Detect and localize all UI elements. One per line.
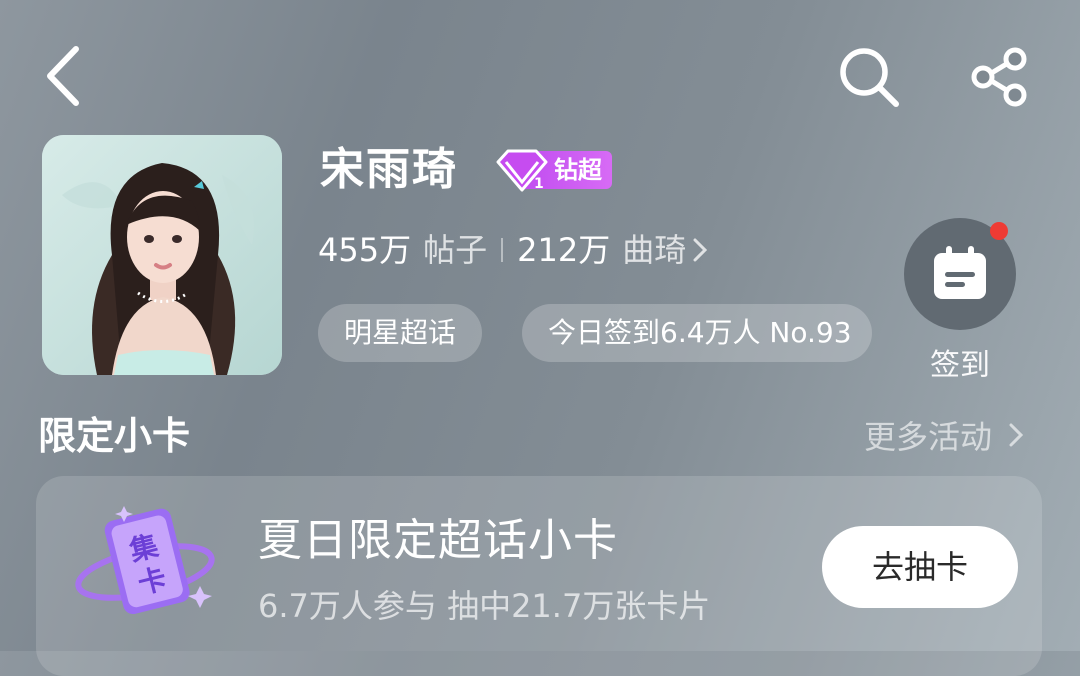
share-icon (971, 47, 1027, 107)
card-subtitle: 6.7万人参与 抽中21.7万张卡片 (258, 587, 711, 625)
back-button[interactable] (30, 40, 94, 112)
card-collection-icon: 集 卡 (70, 500, 220, 630)
draw-card-button[interactable]: 去抽卡 (822, 526, 1018, 608)
section-title: 限定小卡 (38, 414, 191, 458)
search-button[interactable] (836, 44, 902, 110)
stats-divider (501, 238, 504, 262)
checkin-label[interactable]: 签到 (904, 340, 1016, 384)
rank-badge[interactable]: 1 钻超 (494, 149, 612, 192)
notification-dot (990, 222, 1008, 240)
topic-title: 宋雨琦 (320, 144, 458, 195)
posts-count: 455万 (318, 231, 412, 269)
diamond-icon: 1 (496, 149, 548, 192)
tag-checkin-stats[interactable]: 今日签到6.4万人 No.93 (522, 304, 872, 362)
more-activities-link[interactable]: 更多活动 (864, 414, 1026, 460)
calendar-icon (934, 246, 986, 299)
posts-label: 帖子 (423, 231, 488, 269)
tag-celebrity-topic[interactable]: 明星超话 (318, 304, 483, 362)
chevron-left-icon (47, 46, 79, 106)
chevron-right-icon (693, 238, 708, 262)
share-button[interactable] (966, 44, 1032, 110)
fans-label[interactable]: 曲琦 (622, 228, 686, 272)
avatar-portrait-icon (42, 135, 282, 375)
topic-stats: 455万 帖子 212万 曲琦 (318, 228, 710, 272)
more-activities-label: 更多活动 (864, 418, 993, 456)
badge-level: 1 (534, 176, 544, 192)
search-icon (840, 48, 899, 107)
card-title: 夏日限定超话小卡 (258, 515, 618, 566)
fans-count[interactable]: 212万 (517, 228, 610, 272)
avatar[interactable] (42, 135, 282, 375)
chevron-right-icon (1009, 423, 1024, 447)
